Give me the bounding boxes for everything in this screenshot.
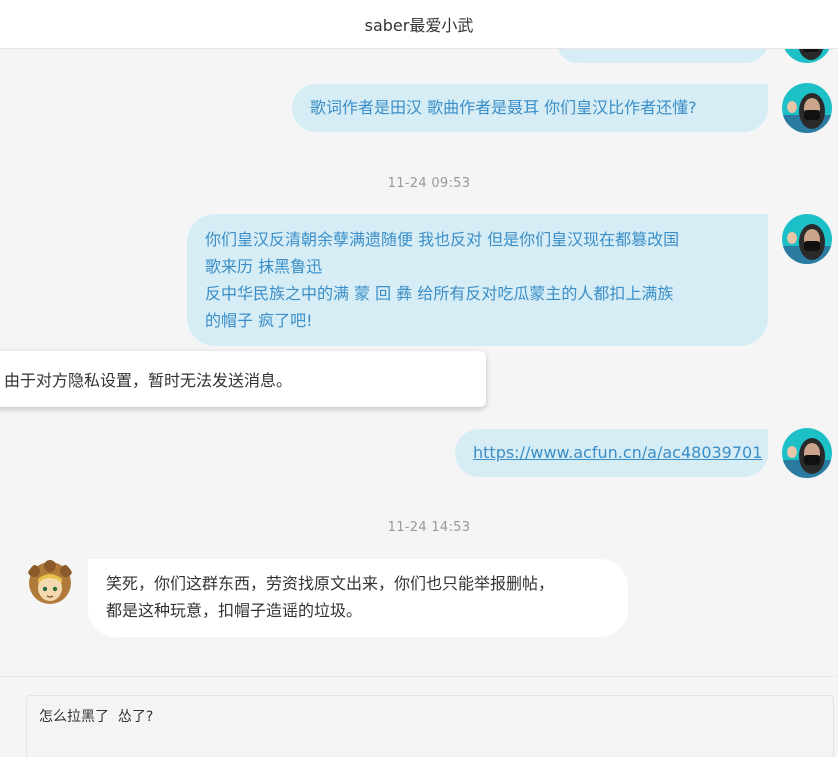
message-input-box[interactable]: 怎么拉黑了 怂了? — [26, 695, 834, 757]
chat-title: saber最爱小武 — [364, 16, 474, 35]
message-bubble-sent[interactable]: 歌词作者是田汉 歌曲作者是聂耳 你们皇汉比作者还懂? — [292, 84, 768, 132]
message-line: 你们皇汉反清朝余孽满遗随便 我也反对 但是你们皇汉现在都篡改国 — [205, 230, 680, 249]
message-link[interactable]: https://www.acfun.cn/a/ac48039701 — [473, 443, 762, 462]
self-avatar-icon[interactable] — [782, 49, 832, 63]
message-line: 的帽子 疯了吧! — [205, 311, 313, 330]
message-line: 反中华民族之中的满 蒙 回 彝 给所有反对吃瓜蒙主的人都扣上满族 — [205, 284, 674, 303]
composer: 怎么拉黑了 怂了? — [0, 676, 838, 757]
timestamp: 11-24 09:53 — [387, 176, 471, 191]
other-avatar-icon[interactable] — [25, 559, 75, 609]
message-list[interactable]: 歌词作者是田汉 歌曲作者是聂耳 你们皇汉比作者还懂? 11-24 09:53 你… — [0, 49, 838, 675]
message-bubble-sent[interactable]: https://www.acfun.cn/a/ac48039701 — [455, 429, 768, 477]
message-input[interactable]: 怎么拉黑了 怂了? — [27, 696, 833, 757]
message-bubble-sent[interactable]: 你们皇汉反清朝余孽满遗随便 我也反对 但是你们皇汉现在都篡改国 歌来历 抹黑鲁迅… — [187, 214, 768, 346]
chat-window: saber最爱小武 歌词作者是田汉 歌曲作者是聂耳 你们皇汉比作者还懂? 11-… — [0, 0, 838, 757]
self-avatar-icon[interactable] — [782, 214, 832, 264]
timestamp: 11-24 14:53 — [387, 520, 471, 535]
self-avatar-icon[interactable] — [782, 83, 832, 133]
previous-message-bubble — [556, 49, 768, 63]
message-text: 歌词作者是田汉 歌曲作者是聂耳 你们皇汉比作者还懂? — [310, 98, 697, 117]
message-line: 都是这种玩意，扣帽子造谣的垃圾。 — [106, 601, 363, 620]
privacy-toast: 由于对方隐私设置，暂时无法发送消息。 — [0, 351, 486, 407]
self-avatar-icon[interactable] — [782, 428, 832, 478]
toast-text: 由于对方隐私设置，暂时无法发送消息。 — [4, 371, 293, 390]
message-bubble-received[interactable]: 笑死，你们这群东西，劳资找原文出来，你们也只能举报删帖， 都是这种玩意，扣帽子造… — [88, 559, 628, 637]
chat-header: saber最爱小武 — [0, 0, 838, 49]
message-line: 笑死，你们这群东西，劳资找原文出来，你们也只能举报删帖， — [106, 574, 555, 593]
message-line: 歌来历 抹黑鲁迅 — [205, 257, 323, 276]
